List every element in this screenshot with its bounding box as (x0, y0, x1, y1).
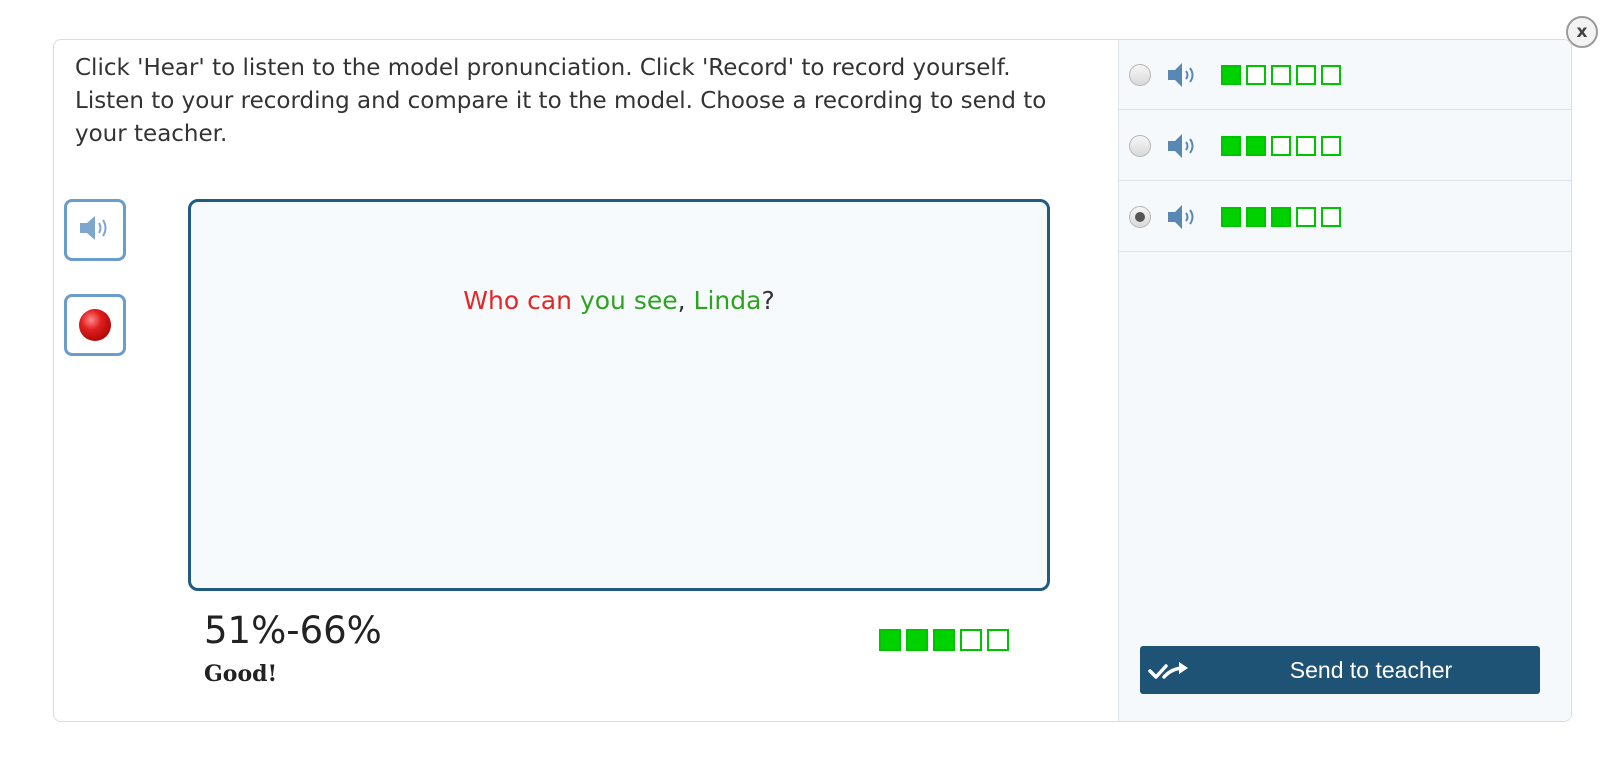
sentence-word: see (633, 286, 678, 315)
meter-square-filled (1246, 206, 1266, 227)
sentence-word: ? (761, 286, 775, 315)
meter-square-empty (1296, 135, 1316, 156)
meter-square-filled (879, 629, 901, 651)
meter-square-filled (933, 629, 955, 651)
sentence-word: you (579, 286, 626, 315)
meter-square-empty (1271, 64, 1291, 85)
hear-button[interactable] (64, 199, 126, 261)
recording-row (1119, 111, 1571, 181)
sentence-word: can (527, 286, 572, 315)
meter-square-empty (1246, 64, 1266, 85)
score-label: Good! (204, 661, 278, 687)
sentence-word (626, 286, 634, 315)
pronunciation-dialog: Click 'Hear' to listen to the model pron… (53, 39, 1572, 722)
sentence-box: Who can you see, Linda? (188, 199, 1050, 591)
meter-square-filled (1221, 206, 1241, 227)
meter-square-empty (1296, 206, 1316, 227)
meter-square-filled (1221, 135, 1241, 156)
record-button[interactable] (64, 294, 126, 356)
send-to-teacher-label: Send to teacher (1289, 656, 1453, 683)
check-arrow-icon (1148, 658, 1194, 682)
meter-square-empty (987, 629, 1009, 651)
meter-square-empty (1296, 64, 1316, 85)
recording-row (1119, 40, 1571, 110)
record-icon (79, 309, 111, 341)
meter-square-empty (1271, 135, 1291, 156)
meter-square-filled (906, 629, 928, 651)
score-meter (879, 629, 1009, 651)
recording-radio[interactable] (1129, 63, 1151, 86)
sentence-word: , (677, 286, 694, 315)
sentence-text: Who can you see, Linda? (191, 286, 1047, 315)
play-recording-icon[interactable] (1165, 132, 1201, 160)
recording-row (1119, 182, 1571, 252)
speaker-icon (77, 213, 113, 247)
meter-square-empty (1321, 206, 1341, 227)
meter-square-filled (1246, 135, 1266, 156)
sentence-word: Linda (693, 286, 762, 315)
close-icon: x (1576, 21, 1588, 42)
meter-square-empty (1321, 64, 1341, 85)
recording-radio[interactable] (1129, 134, 1151, 157)
meter-square-filled (1271, 206, 1291, 227)
instructions-text: Click 'Hear' to listen to the model pron… (75, 55, 1047, 147)
play-recording-icon[interactable] (1165, 203, 1201, 231)
meter-square-empty (960, 629, 982, 651)
meter-square-filled (1221, 64, 1241, 85)
recording-score-meter (1221, 64, 1341, 85)
meter-square-empty (1321, 135, 1341, 156)
send-to-teacher-button[interactable]: Send to teacher (1140, 646, 1540, 694)
sentence-word (572, 286, 580, 315)
recording-score-meter (1221, 135, 1341, 156)
sentence-word (519, 286, 527, 315)
recordings-panel: Send to teacher (1118, 40, 1571, 721)
recording-radio[interactable] (1129, 205, 1151, 228)
recording-score-meter (1221, 206, 1341, 227)
score-range: 51%-66% (204, 609, 382, 652)
play-recording-icon[interactable] (1165, 61, 1201, 89)
sentence-word: Who (463, 286, 520, 315)
